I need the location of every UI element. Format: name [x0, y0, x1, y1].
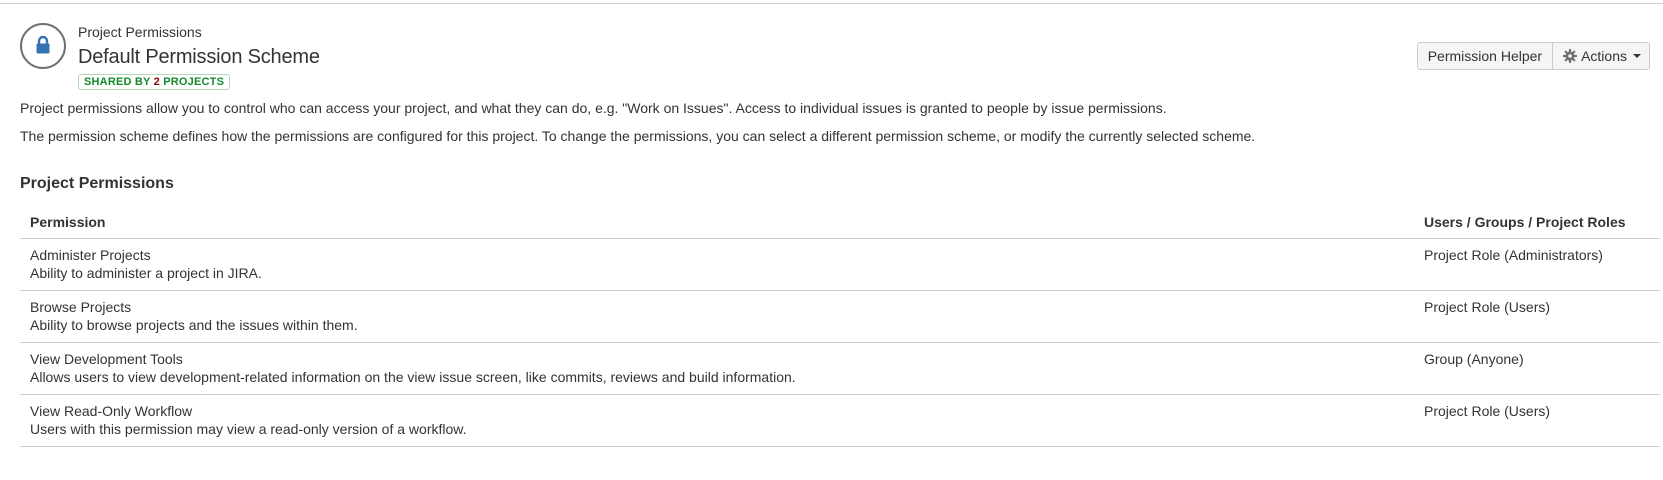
permission-cell: Administer Projects Ability to administe… — [20, 238, 1414, 291]
table-row: Administer Projects Ability to administe… — [20, 238, 1660, 291]
title-block: Project Permissions Default Permission S… — [78, 24, 320, 90]
grantee-cell: Project Role (Users) — [1414, 394, 1660, 447]
gear-icon — [1563, 49, 1578, 63]
project-avatar — [20, 23, 66, 69]
grantee-cell: Group (Anyone) — [1414, 342, 1660, 395]
description-line-2: The permission scheme defines how the pe… — [20, 128, 1256, 144]
breadcrumb[interactable]: Project Permissions — [78, 24, 320, 41]
permission-name: Browse Projects — [30, 299, 132, 315]
table-header-row: Permission Users / Groups / Project Role… — [20, 205, 1660, 239]
permission-name: Administer Projects — [30, 247, 151, 263]
chevron-down-icon — [1633, 54, 1641, 58]
lozenge-suffix: PROJECTS — [159, 76, 225, 88]
page-title: Default Permission Scheme — [78, 46, 320, 68]
table-row: View Development Tools Allows users to v… — [20, 342, 1660, 395]
header-toolbar: Permission Helper Actions — [1416, 42, 1650, 70]
description-line-1: Project permissions allow you to control… — [20, 100, 1167, 116]
lozenge-prefix: SHARED BY — [84, 76, 154, 88]
permission-helper-label: Permission Helper — [1427, 48, 1543, 64]
section-title: Project Permissions — [20, 175, 174, 192]
permissions-table: Permission Users / Groups / Project Role… — [20, 205, 1660, 447]
page-header: Project Permissions Default Permission S… — [20, 0, 1660, 96]
column-header-who: Users / Groups / Project Roles — [1414, 205, 1660, 239]
column-header-permission: Permission — [20, 205, 1414, 239]
grantee-cell: Project Role (Administrators) — [1414, 238, 1660, 291]
permissions-page: Project Permissions Default Permission S… — [20, 0, 1660, 447]
permission-cell: View Read-Only Workflow Users with this … — [20, 394, 1414, 447]
lock-icon — [35, 35, 51, 58]
permission-name: View Read-Only Workflow — [30, 403, 193, 419]
permission-description: Ability to browse projects and the issue… — [30, 317, 358, 333]
grantee-cell: Project Role (Users) — [1414, 290, 1660, 343]
actions-label: Actions — [1581, 48, 1627, 64]
permission-description: Ability to administer a project in JIRA. — [30, 265, 262, 281]
table-row: View Read-Only Workflow Users with this … — [20, 394, 1660, 447]
permission-helper-button[interactable]: Permission Helper — [1416, 42, 1554, 70]
permission-cell: Browse Projects Ability to browse projec… — [20, 290, 1414, 343]
table-row: Browse Projects Ability to browse projec… — [20, 290, 1660, 343]
permission-description: Users with this permission may view a re… — [30, 421, 467, 437]
actions-dropdown-button[interactable]: Actions — [1553, 42, 1650, 70]
permission-name: View Development Tools — [30, 351, 183, 367]
permission-description: Allows users to view development-related… — [30, 369, 796, 385]
permission-cell: View Development Tools Allows users to v… — [20, 342, 1414, 395]
shared-by-lozenge[interactable]: SHARED BY 2 PROJECTS — [78, 74, 231, 90]
